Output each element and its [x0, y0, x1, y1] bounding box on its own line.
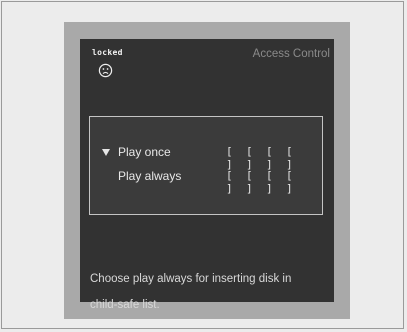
- code-digit[interactable]: [ ]: [226, 169, 246, 195]
- screen-title: Access Control: [252, 48, 330, 60]
- code-digit[interactable]: [ ]: [226, 145, 246, 171]
- help-text-line: child-safe list.: [90, 299, 160, 311]
- code-digits: [ ] [ ] [ ] [ ]: [226, 145, 306, 171]
- options-box: Play once [ ] [ ] [ ] [ ] Play always [ …: [89, 116, 323, 215]
- access-control-screen: locked Access Control Play once [ ] [ ] …: [80, 39, 334, 311]
- code-digit[interactable]: [ ]: [246, 169, 266, 195]
- option-play-always[interactable]: Play always [ ] [ ] [ ] [ ]: [90, 169, 322, 195]
- code-digits: [ ] [ ] [ ] [ ]: [226, 169, 306, 195]
- code-digit[interactable]: [ ]: [266, 145, 286, 171]
- code-digit[interactable]: [ ]: [266, 169, 286, 195]
- help-text: Choose play always for inserting disk in…: [90, 266, 326, 318]
- sad-face-icon: [98, 63, 113, 78]
- lock-status-label: locked: [92, 48, 123, 57]
- option-play-once[interactable]: Play once [ ] [ ] [ ] [ ]: [90, 145, 322, 171]
- help-text-line: Choose play always for inserting disk in: [90, 273, 292, 285]
- code-digit[interactable]: [ ]: [286, 145, 306, 171]
- tv-frame: locked Access Control Play once [ ] [ ] …: [64, 22, 350, 319]
- code-digit[interactable]: [ ]: [286, 169, 306, 195]
- option-label: Play always: [118, 169, 182, 183]
- code-digit[interactable]: [ ]: [246, 145, 266, 171]
- selection-arrow-icon: [102, 149, 110, 156]
- option-label: Play once: [118, 145, 171, 159]
